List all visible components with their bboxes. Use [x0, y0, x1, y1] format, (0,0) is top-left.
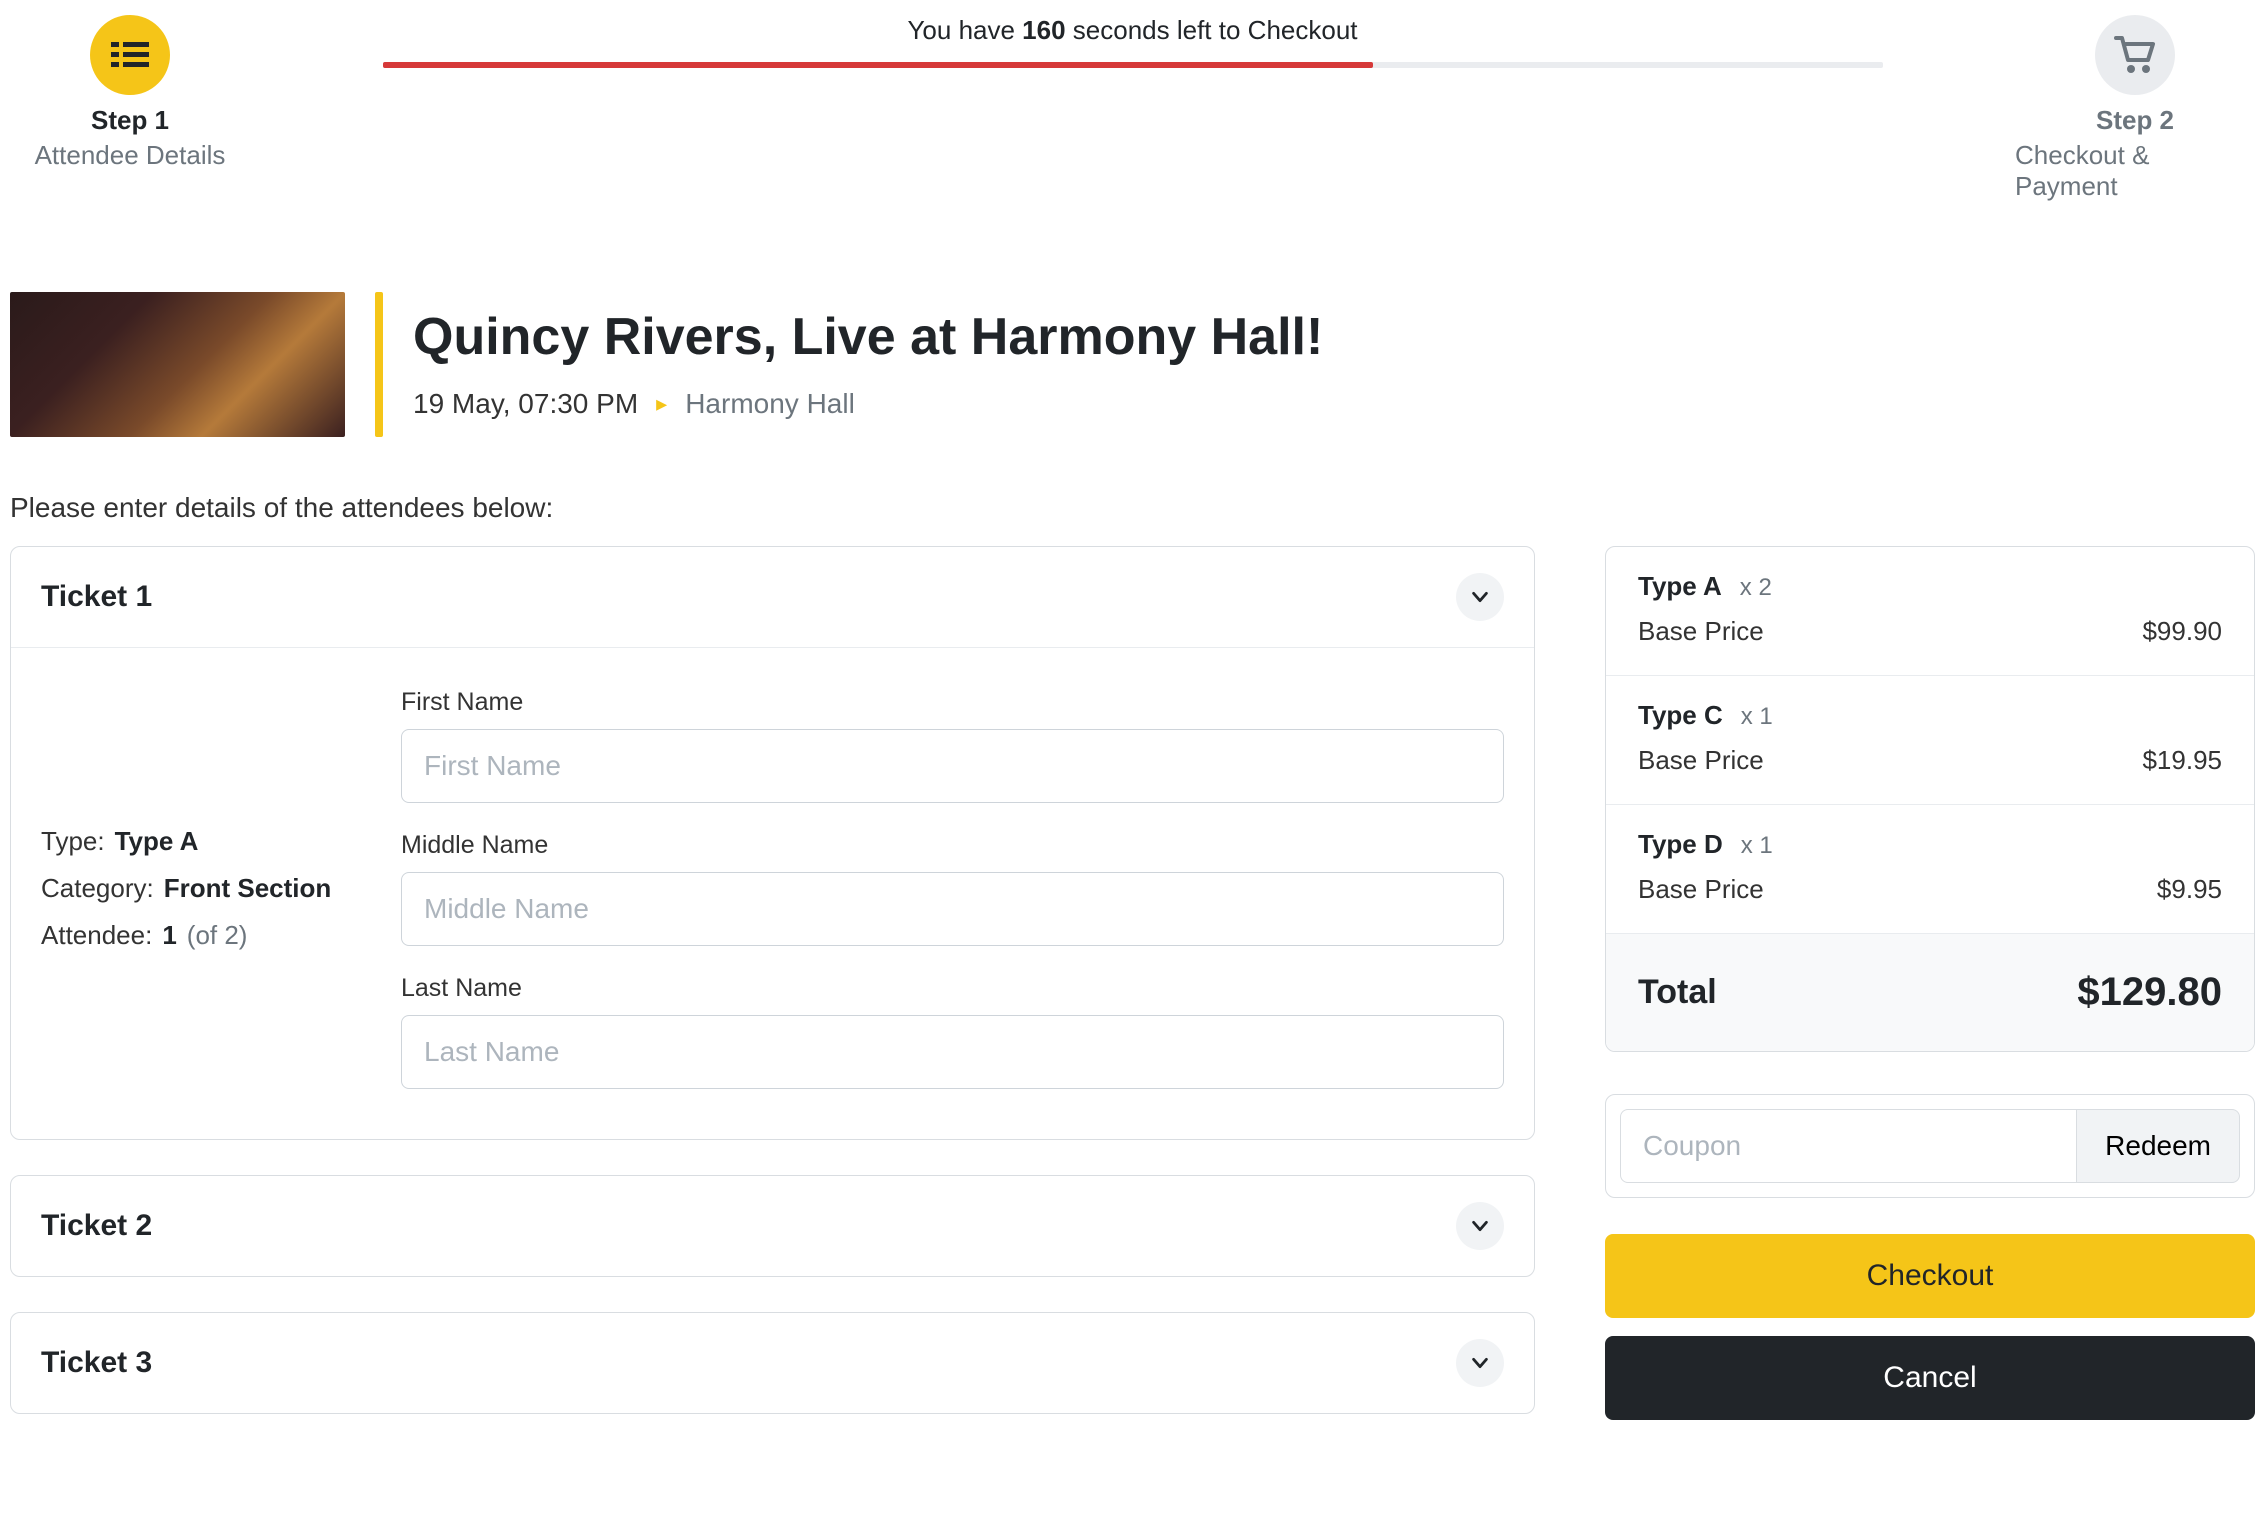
summary-item-line-label: Base Price	[1638, 616, 1764, 647]
ticket-1-meta: Type: Type A Category: Front Section Att…	[41, 688, 371, 1089]
ticket-2-header[interactable]: Ticket 2	[11, 1176, 1534, 1276]
list-icon	[90, 15, 170, 95]
chevron-down-icon[interactable]	[1456, 573, 1504, 621]
summary-total-row: Total $129.80	[1606, 934, 2254, 1051]
countdown-timer: You have 160 seconds left to Checkout	[250, 15, 2015, 68]
ticket-1-title: Ticket 1	[41, 580, 152, 614]
ticket-3-title: Ticket 3	[41, 1346, 152, 1380]
summary-total-label: Total	[1638, 973, 1717, 1012]
first-name-input[interactable]	[401, 729, 1504, 803]
summary-total-amount: $129.80	[2077, 970, 2222, 1015]
meta-attendee-total: (of 2)	[187, 920, 248, 951]
event-image	[10, 292, 345, 437]
summary-item: Type C x 1 Base Price $19.95	[1606, 676, 2254, 805]
caret-right-icon: ▸	[656, 391, 667, 417]
summary-item-line-label: Base Price	[1638, 745, 1764, 776]
step-1-title: Step 1	[91, 105, 169, 136]
chevron-down-icon[interactable]	[1456, 1339, 1504, 1387]
middle-name-label: Middle Name	[401, 831, 1504, 860]
last-name-input[interactable]	[401, 1015, 1504, 1089]
summary-item-amount: $99.90	[2142, 616, 2222, 647]
summary-item: Type D x 1 Base Price $9.95	[1606, 805, 2254, 934]
last-name-label: Last Name	[401, 974, 1504, 1003]
chevron-down-icon[interactable]	[1456, 1202, 1504, 1250]
coupon-input[interactable]	[1620, 1109, 2077, 1183]
summary-item-qty: x 2	[1740, 574, 1772, 601]
meta-category-value: Front Section	[164, 873, 332, 904]
ticket-2-title: Ticket 2	[41, 1209, 152, 1243]
redeem-button[interactable]: Redeem	[2077, 1109, 2240, 1183]
event-venue: Harmony Hall	[685, 388, 855, 420]
order-summary: Type A x 2 Base Price $99.90 Type C x 1 Bas…	[1605, 546, 2255, 1052]
summary-item-qty: x 1	[1741, 703, 1773, 730]
step-1-indicator: Step 1 Attendee Details	[10, 15, 250, 171]
ticket-card-2: Ticket 2	[10, 1175, 1535, 1277]
ticket-3-header[interactable]: Ticket 3	[11, 1313, 1534, 1413]
middle-name-input[interactable]	[401, 872, 1504, 946]
cancel-button[interactable]: Cancel	[1605, 1336, 2255, 1420]
step-2-title: Step 2	[2096, 105, 2174, 136]
event-title: Quincy Rivers, Live at Harmony Hall!	[413, 309, 1323, 366]
meta-attendee-value: 1	[162, 920, 176, 951]
summary-item-amount: $9.95	[2157, 874, 2222, 905]
summary-item-name: Type D	[1638, 829, 1723, 859]
summary-item-line-label: Base Price	[1638, 874, 1764, 905]
ticket-card-3: Ticket 3	[10, 1312, 1535, 1414]
ticket-1-header[interactable]: Ticket 1	[11, 547, 1534, 648]
summary-item-name: Type A	[1638, 571, 1722, 601]
instruction-text: Please enter details of the attendees be…	[10, 492, 2255, 524]
step-1-subtitle: Attendee Details	[35, 140, 226, 171]
event-divider	[375, 292, 383, 437]
meta-type-value: Type A	[115, 826, 199, 857]
timer-seconds: 160	[1022, 15, 1065, 45]
checkout-steps-header: Step 1 Attendee Details You have 160 sec…	[10, 15, 2255, 202]
step-2-subtitle: Checkout & Payment	[2015, 140, 2255, 202]
meta-category-label: Category:	[41, 873, 154, 904]
timer-suffix: seconds left to Checkout	[1066, 15, 1358, 45]
summary-item: Type A x 2 Base Price $99.90	[1606, 547, 2254, 676]
timer-progress-bar	[383, 62, 1883, 68]
step-2-indicator: Step 2 Checkout & Payment	[2015, 15, 2255, 202]
summary-item-qty: x 1	[1741, 832, 1773, 859]
first-name-label: First Name	[401, 688, 1504, 717]
timer-prefix: You have	[907, 15, 1022, 45]
event-header: Quincy Rivers, Live at Harmony Hall! 19 …	[10, 292, 2255, 437]
meta-type-label: Type:	[41, 826, 105, 857]
summary-item-amount: $19.95	[2142, 745, 2222, 776]
summary-item-name: Type C	[1638, 700, 1723, 730]
checkout-button[interactable]: Checkout	[1605, 1234, 2255, 1318]
cart-icon	[2095, 15, 2175, 95]
meta-attendee-label: Attendee:	[41, 920, 152, 951]
coupon-row: Redeem	[1605, 1094, 2255, 1198]
event-date: 19 May, 07:30 PM	[413, 388, 638, 420]
ticket-card-1: Ticket 1 Type: Type A Category: Front Se…	[10, 546, 1535, 1140]
